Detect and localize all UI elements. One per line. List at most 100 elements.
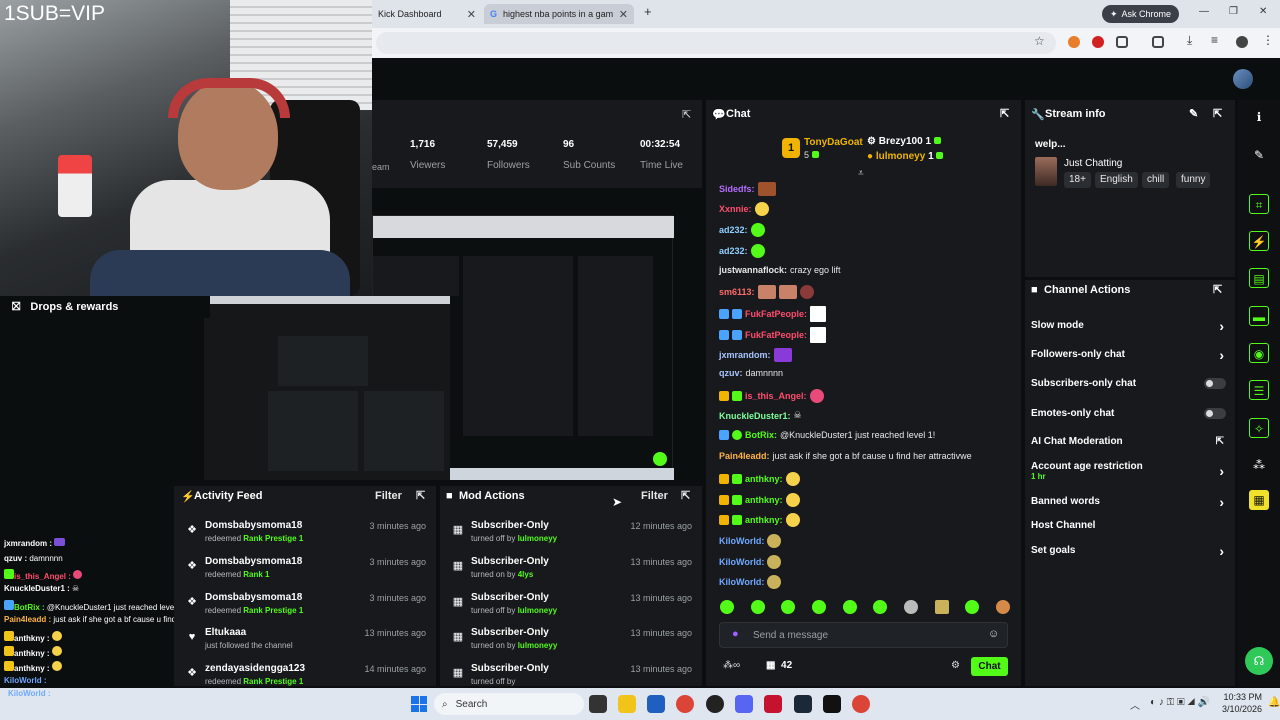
chrome-icon[interactable]	[676, 695, 694, 713]
scan-icon[interactable]: ⌗	[1249, 194, 1269, 214]
taskbar-clock[interactable]: 10:33 PM 3/10/2026	[1222, 691, 1262, 715]
popout-icon[interactable]: ⇱	[1000, 107, 1009, 120]
adblock-icon[interactable]	[1092, 36, 1104, 48]
capcut-icon[interactable]	[823, 695, 841, 713]
overlay-chat-line: anthkny :	[4, 661, 62, 673]
clapper-icon[interactable]: ▦	[1249, 490, 1269, 510]
feed-user: Domsbabysmoma18	[205, 556, 303, 567]
avatar[interactable]	[1233, 69, 1253, 89]
close-window-button[interactable]: ✕	[1259, 6, 1267, 17]
extension-icon[interactable]	[1068, 36, 1080, 48]
drops-rewards[interactable]: ⛝ Drops & rewards	[0, 296, 210, 318]
shapes-icon[interactable]: ⁂	[1249, 455, 1269, 475]
send-chat-button[interactable]: Chat	[971, 657, 1008, 676]
edit-pencil-icon[interactable]: ✎	[1189, 107, 1198, 120]
activity-filter-button[interactable]: Filter	[375, 490, 402, 502]
info-icon[interactable]: ℹ	[1249, 107, 1269, 127]
chat-message: jxmrandom:	[719, 348, 792, 362]
ask-chrome-button[interactable]: ✦ Ask Chrome	[1102, 5, 1180, 23]
overlay-chat-line: jxmrandom :	[4, 538, 66, 548]
collapse-icon[interactable]: ⩡	[858, 168, 864, 179]
task-view-icon[interactable]	[589, 695, 607, 713]
close-tab-icon[interactable]: ✕	[619, 8, 628, 21]
chat-message: ad232:	[719, 244, 765, 258]
emote-icon[interactable]	[934, 600, 949, 614]
followers-only-row[interactable]: Followers-only chat ›	[1031, 347, 1226, 363]
chat-message-input[interactable]: ● Send a message ☺	[719, 622, 1008, 648]
bolt-icon[interactable]: ⚡	[1249, 231, 1269, 251]
microphone-icon[interactable]: ●	[732, 628, 739, 640]
heart-icon: ♥	[188, 631, 196, 643]
set-goals-row[interactable]: Set goals ›	[1031, 543, 1226, 559]
slow-mode-row[interactable]: Slow mode ›	[1031, 318, 1226, 334]
emote-icon[interactable]	[995, 600, 1010, 614]
tab-kick-dashboard[interactable]: Kick Dashboard ✕	[372, 4, 482, 24]
file-explorer-icon[interactable]	[618, 695, 636, 713]
tab-label: highest nba points in a game b	[503, 9, 614, 19]
emotes-only-row[interactable]: Emotes-only chat	[1031, 408, 1226, 419]
bookmark-star-icon[interactable]: ☆	[1034, 34, 1045, 48]
emoji-icon[interactable]: ☺	[988, 628, 999, 640]
discord-icon[interactable]	[735, 695, 753, 713]
obs-icon[interactable]	[706, 695, 724, 713]
close-tab-icon[interactable]: ✕	[467, 8, 476, 21]
menu-kebab-icon[interactable]: ⋮	[1262, 33, 1274, 47]
maximize-button[interactable]: ❐	[1229, 6, 1238, 17]
gear-icon[interactable]: ⚙	[951, 660, 960, 671]
category-thumbnail	[1035, 157, 1057, 186]
account-age-row[interactable]: Account age restriction › 1 hr	[1031, 461, 1226, 481]
chat-settings-icon[interactable]: ⁂∞	[723, 660, 740, 671]
subscribers-only-row[interactable]: Subscribers-only chat	[1031, 378, 1226, 389]
list-icon[interactable]: ▤	[1249, 268, 1269, 288]
download-icon[interactable]: ⤓	[1187, 33, 1192, 48]
popout-icon[interactable]: ⇱	[682, 108, 691, 121]
chat-bubble-icon[interactable]: ▬	[1249, 306, 1269, 326]
edit-pencil-icon[interactable]: ✎	[1249, 145, 1269, 165]
chat-message: KiloWorld:	[719, 534, 782, 548]
layout-icon[interactable]: ☰	[1249, 380, 1269, 400]
mod-filter-button[interactable]: Filter	[641, 490, 668, 502]
adobe-icon[interactable]	[764, 695, 782, 713]
emote-icon[interactable]	[965, 600, 980, 614]
chevron-right-icon: ›	[1219, 318, 1224, 334]
new-tab-button[interactable]: +	[644, 4, 652, 19]
emote-icon[interactable]	[903, 600, 918, 614]
calculator-icon[interactable]	[647, 695, 665, 713]
popout-icon[interactable]: ⇱	[1213, 283, 1222, 296]
banned-words-row[interactable]: Banned words ›	[1031, 494, 1226, 510]
address-bar[interactable]	[376, 32, 1056, 54]
notification-bell-icon[interactable]: 🔔	[1268, 697, 1280, 708]
ai-moderation-row[interactable]: AI Chat Moderation ⇱	[1031, 436, 1226, 447]
emote-icon[interactable]	[873, 600, 888, 614]
extensions-puzzle-icon[interactable]	[1116, 36, 1128, 48]
windows-start-icon[interactable]	[411, 696, 427, 712]
emote-icon[interactable]	[842, 600, 857, 614]
subscribers-only-toggle[interactable]	[1204, 378, 1226, 389]
popout-icon[interactable]: ⇱	[681, 489, 690, 502]
tray-chevron-icon[interactable]: ︿	[1130, 697, 1140, 712]
support-icon[interactable]: ☊	[1245, 647, 1273, 675]
emote-icon[interactable]	[781, 600, 796, 614]
cast-icon[interactable]	[1152, 36, 1164, 48]
host-channel-row[interactable]: Host Channel	[1031, 520, 1226, 531]
wrench-icon[interactable]: ✧	[1249, 418, 1269, 438]
popout-icon[interactable]: ⇱	[1213, 107, 1222, 120]
activity-feed-panel: ⚡ Activity Feed Filter ⇱ ❖ Domsbabysmoma…	[174, 486, 436, 686]
emotes-only-toggle[interactable]	[1204, 408, 1226, 419]
popout-icon[interactable]: ⇱	[416, 489, 425, 502]
minimize-button[interactable]: —	[1199, 6, 1209, 17]
broadcast-icon[interactable]: ◉	[1249, 343, 1269, 363]
emote-icon[interactable]	[720, 600, 734, 614]
streamer-pants	[90, 250, 350, 296]
viewer-count: ▦ 42	[766, 660, 793, 671]
chrome-active-icon[interactable]	[852, 695, 870, 713]
tray-icons[interactable]: ◐ ♪ ⚿ ▣ ◢ 🔊	[1150, 697, 1210, 708]
emote-icon[interactable]	[811, 600, 826, 614]
steam-icon[interactable]	[794, 695, 812, 713]
emote-icon[interactable]	[750, 600, 765, 614]
profile-icon[interactable]	[1236, 36, 1248, 48]
tab-google-search[interactable]: G highest nba points in a game b ✕	[484, 4, 634, 24]
chat-message: sm6113:	[719, 285, 814, 299]
reading-list-icon[interactable]: ≡	[1211, 33, 1218, 47]
taskbar-search[interactable]: ⌕ Search	[434, 693, 584, 715]
